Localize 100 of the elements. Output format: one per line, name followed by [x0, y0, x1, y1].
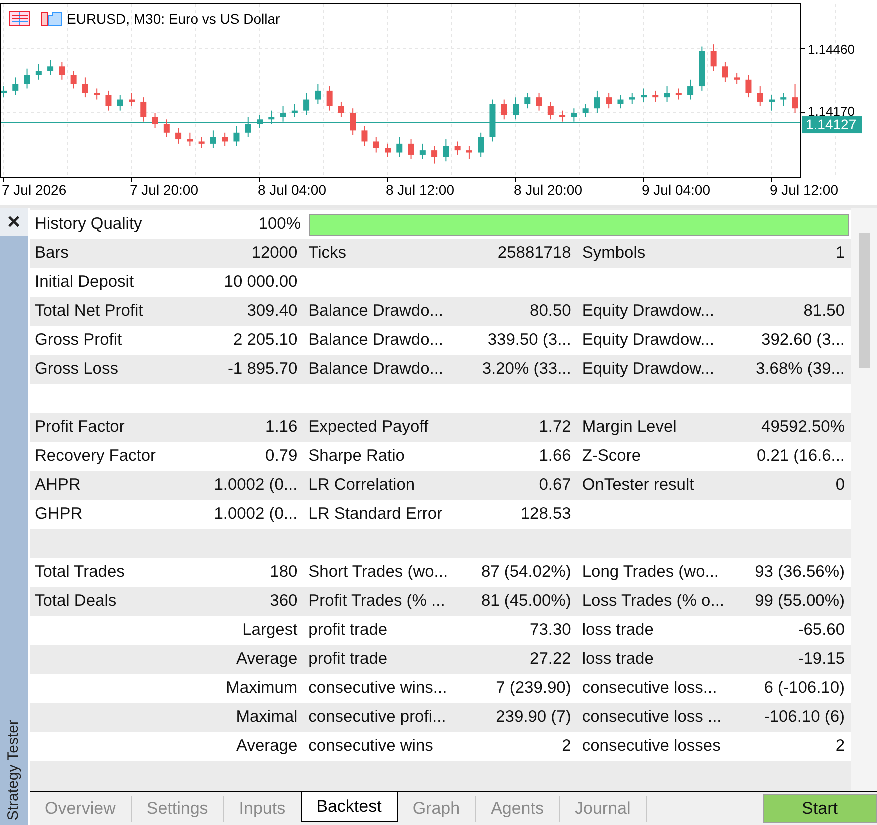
candlestick	[234, 126, 240, 147]
stat-value: 6 (-106.10)	[764, 679, 846, 698]
tab[interactable]: Graph	[398, 796, 476, 822]
stat-label: Balance Drawdo...	[308, 331, 444, 350]
stat-value: 10 000.00	[224, 273, 298, 292]
stat-value: 93 (36.56%)	[755, 563, 846, 582]
stat-label: Bars	[35, 244, 69, 263]
stat-label: Short Trades (wo...	[308, 563, 448, 582]
stat-value: 0.21 (16.6...	[756, 447, 846, 466]
candlestick	[338, 101, 344, 118]
candlestick	[618, 94, 624, 110]
candlestick	[594, 90, 600, 114]
stat-label: consecutive loss...	[582, 679, 718, 698]
ref-line-label: 1.14127	[806, 116, 857, 133]
time-label: 8 Jul 04:00	[258, 182, 326, 198]
time-label: 8 Jul 20:00	[514, 182, 582, 198]
stat-label: LR Standard Error	[308, 505, 443, 524]
stat-label: profit trade	[308, 650, 388, 669]
candlestick	[36, 64, 42, 80]
stat-value: Maximum	[226, 679, 298, 698]
stat-label: Equity Drawdow...	[582, 360, 714, 379]
time-label: 9 Jul 12:00	[770, 182, 838, 198]
candlestick	[326, 86, 333, 112]
stat-label: Loss Trades (% o...	[582, 592, 724, 611]
stat-label: Profit Trades (% ...	[308, 592, 446, 611]
stat-value: 25881718	[498, 244, 572, 263]
time-label: 9 Jul 04:00	[642, 182, 710, 198]
candlestick	[513, 97, 519, 120]
candlestick	[385, 143, 391, 158]
candlestick	[59, 62, 66, 80]
candlestick	[652, 90, 659, 102]
stat-value: 12000	[252, 244, 298, 263]
stat-label: consecutive losses	[582, 737, 721, 756]
stat-value: 87 (54.02%)	[481, 563, 572, 582]
stat-label: loss trade	[582, 621, 654, 640]
stat-value: 3.68% (39...	[756, 360, 846, 379]
stat-value: 128.53	[520, 505, 572, 524]
time-label: 7 Jul 20:00	[130, 182, 198, 198]
start-button[interactable]: Start	[763, 794, 877, 823]
candlestick	[710, 44, 717, 72]
candlestick	[350, 108, 356, 136]
candlestick	[688, 79, 694, 100]
scrollbar[interactable]	[851, 208, 877, 791]
stat-label: Gross Profit	[35, 331, 122, 350]
stat-value: Maximal	[236, 708, 298, 727]
scroll-thumb[interactable]	[859, 233, 870, 368]
stat-label: Equity Drawdow...	[582, 302, 714, 321]
candlestick	[606, 92, 612, 110]
window-icon[interactable]	[41, 12, 62, 26]
stat-value: 0.79	[266, 447, 298, 466]
candlestick	[722, 62, 728, 83]
tab[interactable]: Agents	[476, 796, 560, 822]
stat-value: 1.66	[539, 447, 572, 466]
candlestick	[117, 94, 124, 112]
price-label: 1.14460	[808, 42, 855, 57]
tab[interactable]: Journal	[560, 796, 647, 822]
candlestick	[292, 104, 298, 118]
stat-label: Long Trades (wo...	[582, 563, 720, 582]
candlestick	[524, 92, 531, 110]
stat-value: 80.50	[530, 302, 572, 321]
stat-value: 81.50	[804, 302, 846, 321]
stat-label: Ticks	[308, 244, 347, 263]
price-tag: 1.14127	[802, 116, 862, 134]
candlestick	[582, 104, 589, 118]
candlestick	[780, 92, 787, 107]
stat-value: 3.20% (33...	[482, 360, 572, 379]
candlestick	[548, 101, 554, 120]
stat-value: -19.15	[798, 650, 846, 669]
candlestick	[769, 94, 775, 112]
candlestick	[222, 132, 228, 147]
stat-label: Total Net Profit	[35, 302, 144, 321]
tab[interactable]: Settings	[132, 796, 224, 822]
stat-label: consecutive wins...	[308, 679, 448, 698]
candlestick	[734, 72, 740, 85]
time-label: 7 Jul 2026	[2, 182, 67, 198]
stat-label: AHPR	[35, 476, 81, 495]
table-icon[interactable]	[9, 11, 30, 26]
candlestick	[24, 68, 30, 90]
panel-title: Strategy Tester	[4, 720, 23, 821]
close-button[interactable]: ×	[0, 208, 28, 236]
stat-value: 392.60 (3...	[762, 331, 846, 350]
candlestick	[129, 92, 135, 107]
candlestick	[70, 70, 77, 90]
candlestick	[396, 136, 403, 158]
stat-label: Balance Drawdo...	[308, 360, 444, 379]
stat-label: Sharpe Ratio	[308, 447, 405, 466]
stat-value: 81 (45.00%)	[481, 592, 572, 611]
stat-value: 1	[836, 244, 846, 263]
candlestick	[478, 132, 484, 158]
candlestick	[466, 146, 472, 160]
candlestick	[140, 97, 147, 122]
tab[interactable]: Overview	[30, 796, 132, 822]
candlestick	[82, 77, 88, 98]
candlestick	[641, 88, 647, 102]
candlestick	[560, 110, 566, 122]
stat-label: Balance Drawdo...	[308, 302, 444, 321]
candlestick	[94, 88, 100, 100]
tab[interactable]: Backtest	[300, 792, 398, 822]
stat-value: -1 895.70	[228, 360, 298, 379]
chart-title: EURUSD, M30: Euro vs US Dollar	[67, 11, 280, 27]
